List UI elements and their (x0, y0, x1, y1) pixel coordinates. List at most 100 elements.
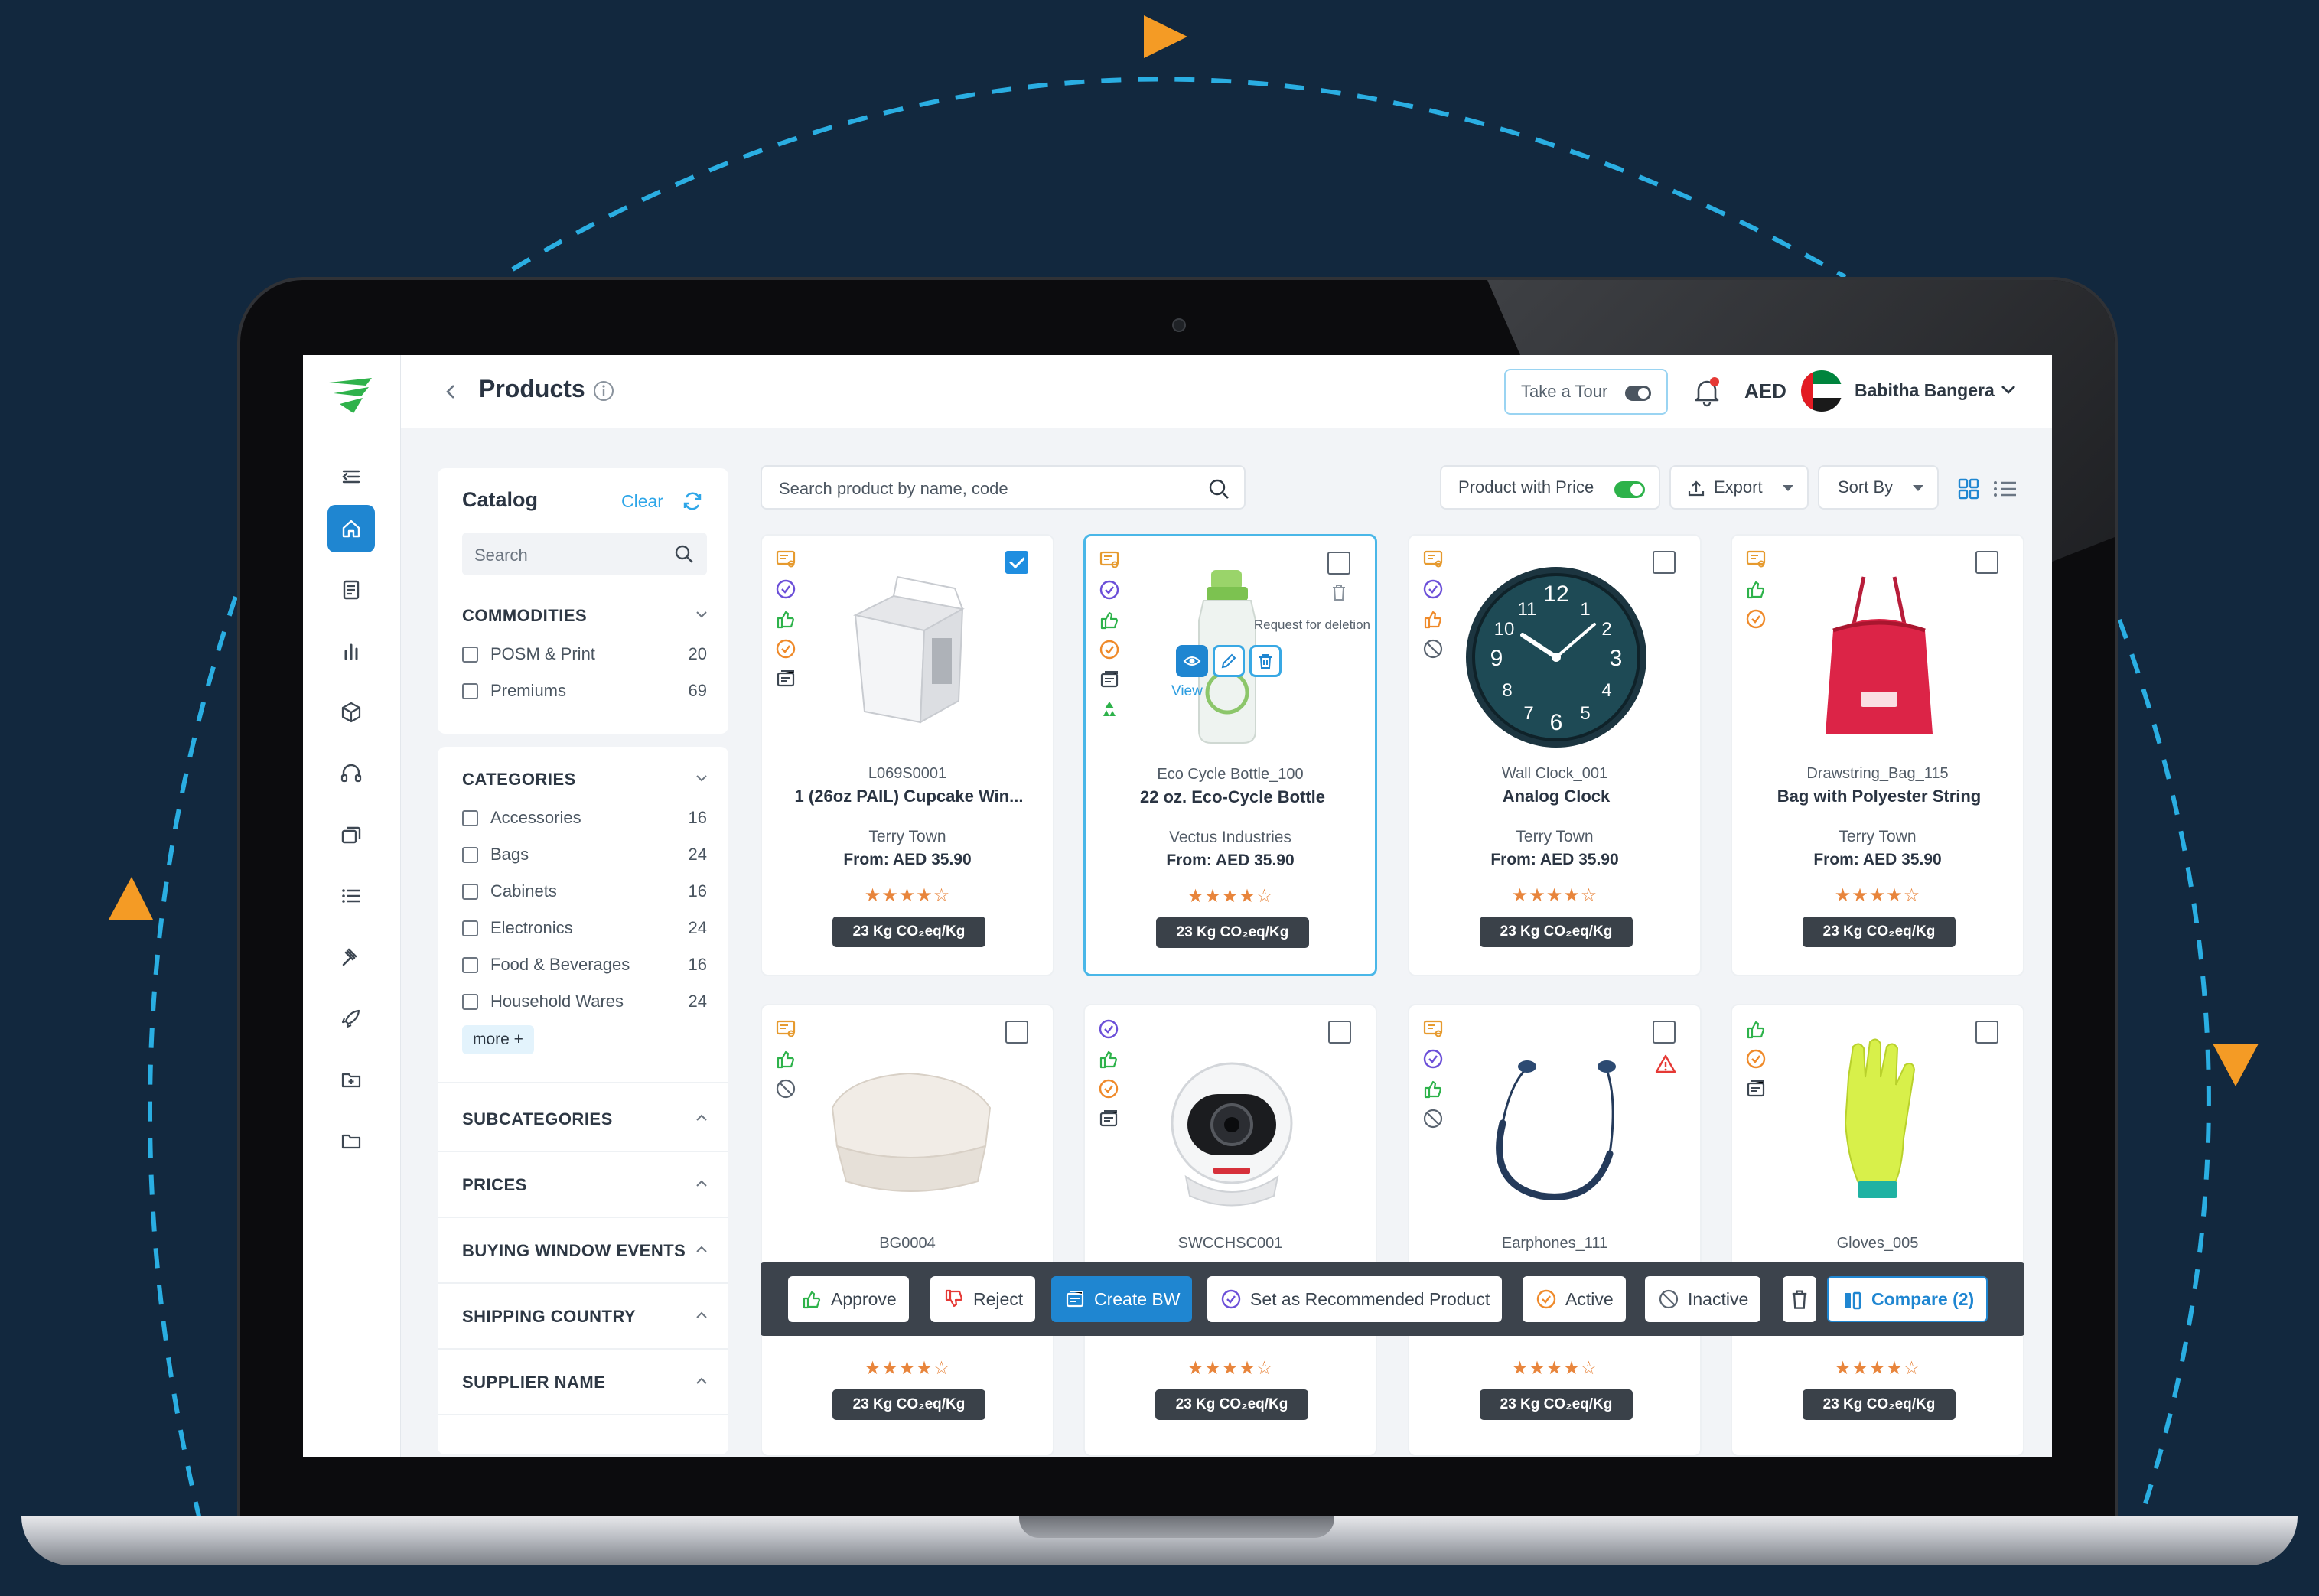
info-icon[interactable] (592, 379, 615, 402)
product-with-price-toggle[interactable]: Product with Price (1440, 465, 1660, 510)
chevron-up-icon[interactable] (693, 1307, 710, 1324)
nav-add-folder[interactable] (327, 1056, 375, 1103)
select-checkbox[interactable] (1653, 551, 1676, 574)
grid-view-icon[interactable] (1957, 477, 1980, 500)
chevron-up-icon[interactable] (693, 1175, 710, 1192)
back-button[interactable] (439, 378, 462, 406)
chevron-down-icon[interactable] (693, 770, 710, 787)
select-checkbox[interactable] (1975, 1021, 1998, 1044)
checkbox[interactable] (462, 646, 478, 663)
nav-collections[interactable] (327, 811, 375, 858)
nav-support[interactable] (327, 750, 375, 797)
tour-toggle[interactable] (1625, 386, 1651, 401)
product-card[interactable]: Gloves_005 ★★★★☆ 23 Kg CO₂eq/Kg (1731, 1004, 2024, 1457)
checkbox[interactable] (462, 883, 478, 900)
checkbox[interactable] (462, 809, 478, 826)
checkbox[interactable] (462, 920, 478, 936)
product-name[interactable]: 1 (26oz PAIL) Cupcake Win... (770, 787, 1048, 806)
product-card[interactable]: SWCCHSC001 ★★★★☆ 23 Kg CO₂eq/Kg (1083, 1004, 1377, 1457)
chevron-up-icon[interactable] (693, 1109, 710, 1126)
filter-option[interactable]: POSM & Print 20 (462, 641, 707, 667)
product-name[interactable]: 22 oz. Eco-Cycle Bottle (1093, 787, 1372, 807)
chevron-down-icon[interactable] (1997, 378, 2020, 401)
product-card[interactable]: BG0004 ★★★★☆ 23 Kg CO₂eq/Kg (761, 1004, 1054, 1457)
collapse-menu-button[interactable] (327, 453, 375, 500)
sort-by-dropdown[interactable]: Sort By (1818, 465, 1939, 510)
checkbox[interactable] (462, 846, 478, 863)
checkbox[interactable] (462, 993, 478, 1010)
nav-lists[interactable] (327, 872, 375, 920)
toggle-switch[interactable] (1614, 481, 1645, 498)
filter-option[interactable]: Electronics 24 (462, 915, 707, 941)
clear-filters-link[interactable]: Clear (621, 491, 663, 512)
active-status-icon (776, 639, 796, 659)
product-supplier: Terry Town (1839, 828, 1917, 845)
request-for-deletion-tooltip: Request for deletion (1253, 617, 1370, 632)
buying-window-events-heading[interactable]: BUYING WINDOW EVENTS (462, 1241, 686, 1261)
rocket-icon (341, 1009, 360, 1028)
create-bw-button[interactable]: Create BW (1051, 1276, 1193, 1322)
prices-heading[interactable]: PRICES (462, 1175, 527, 1195)
nav-documents[interactable] (327, 566, 375, 614)
currency-selector[interactable]: AED (1744, 379, 1786, 403)
select-checkbox[interactable] (1005, 1021, 1028, 1044)
filter-option[interactable]: Accessories 16 (462, 805, 707, 831)
select-checkbox[interactable] (1328, 1021, 1351, 1044)
nav-products[interactable] (327, 689, 375, 736)
filter-option[interactable]: Household Wares 24 (462, 989, 707, 1015)
status-icons (774, 1018, 800, 1107)
bar-chart-icon (344, 643, 358, 660)
select-checkbox[interactable] (1005, 551, 1028, 574)
export-dropdown[interactable]: Export (1669, 465, 1809, 510)
edit-button[interactable] (1213, 645, 1245, 677)
product-with-price-label: Product with Price (1458, 477, 1594, 497)
filter-search-input[interactable]: Search (462, 533, 707, 575)
svg-text:7: 7 (1523, 703, 1533, 724)
nav-home[interactable] (327, 505, 375, 552)
chevron-up-icon[interactable] (693, 1373, 710, 1389)
filter-option[interactable]: Bags 24 (462, 842, 707, 868)
product-card-hovered[interactable]: Request for deletion View Eco Cycle Bott… (1083, 534, 1377, 976)
product-card[interactable]: Drawstring_Bag_115 Bag with Polyester St… (1731, 534, 2024, 976)
product-search-input[interactable]: Search product by name, code (761, 465, 1246, 510)
reject-button[interactable]: Reject (930, 1276, 1036, 1322)
cctv-camera-image (1171, 1062, 1293, 1207)
more-categories-button[interactable]: more + (462, 1025, 534, 1054)
bulk-delete-button[interactable] (1783, 1276, 1816, 1322)
approve-button[interactable]: Approve (788, 1276, 909, 1322)
nav-analytics[interactable] (327, 627, 375, 675)
product-name[interactable]: Bag with Polyester String (1740, 787, 2018, 806)
compare-button[interactable]: Compare (2) (1827, 1276, 1988, 1322)
supplier-name-heading[interactable]: SUPPLIER NAME (462, 1373, 605, 1392)
nav-launch[interactable] (327, 995, 375, 1042)
filter-option[interactable]: Cabinets 16 (462, 878, 707, 904)
list-view-icon[interactable] (1992, 477, 2018, 500)
refresh-icon[interactable] (681, 490, 704, 513)
filter-option[interactable]: Premiums 69 (462, 678, 707, 704)
select-checkbox[interactable] (1653, 1021, 1676, 1044)
view-button[interactable] (1176, 645, 1208, 677)
verified-icon (1423, 1049, 1443, 1069)
product-card[interactable]: Earphones_111 ★★★★☆ 23 Kg CO₂eq/Kg (1408, 1004, 1702, 1457)
filter-option[interactable]: Food & Beverages 16 (462, 952, 707, 978)
subcategories-heading[interactable]: SUBCATEGORIES (462, 1109, 613, 1129)
checkbox[interactable] (462, 682, 478, 699)
product-card[interactable]: L069S0001 1 (26oz PAIL) Cupcake Win... T… (761, 534, 1054, 976)
shipping-country-heading[interactable]: SHIPPING COUNTRY (462, 1307, 636, 1327)
nav-auctions[interactable] (327, 933, 375, 981)
product-name[interactable]: Analog Clock (1417, 787, 1695, 806)
delete-button[interactable] (1249, 645, 1282, 677)
user-name[interactable]: Babitha Bangera (1855, 380, 1995, 401)
checkbox[interactable] (462, 956, 478, 973)
active-button[interactable]: Active (1523, 1276, 1626, 1322)
nav-folder[interactable] (327, 1117, 375, 1164)
chevron-down-icon[interactable] (693, 606, 710, 623)
product-card[interactable]: 12 3 6 9 11 1 10 2 8 4 7 5 Wall Clock_00… (1408, 534, 1702, 976)
chevron-up-icon[interactable] (693, 1241, 710, 1258)
divider (438, 1282, 728, 1284)
select-checkbox[interactable] (1975, 551, 1998, 574)
bell-icon[interactable] (1691, 373, 1723, 409)
take-a-tour-button[interactable]: Take a Tour (1504, 369, 1668, 415)
inactive-button[interactable]: Inactive (1645, 1276, 1761, 1322)
set-recommended-button[interactable]: Set as Recommended Product (1207, 1276, 1503, 1322)
